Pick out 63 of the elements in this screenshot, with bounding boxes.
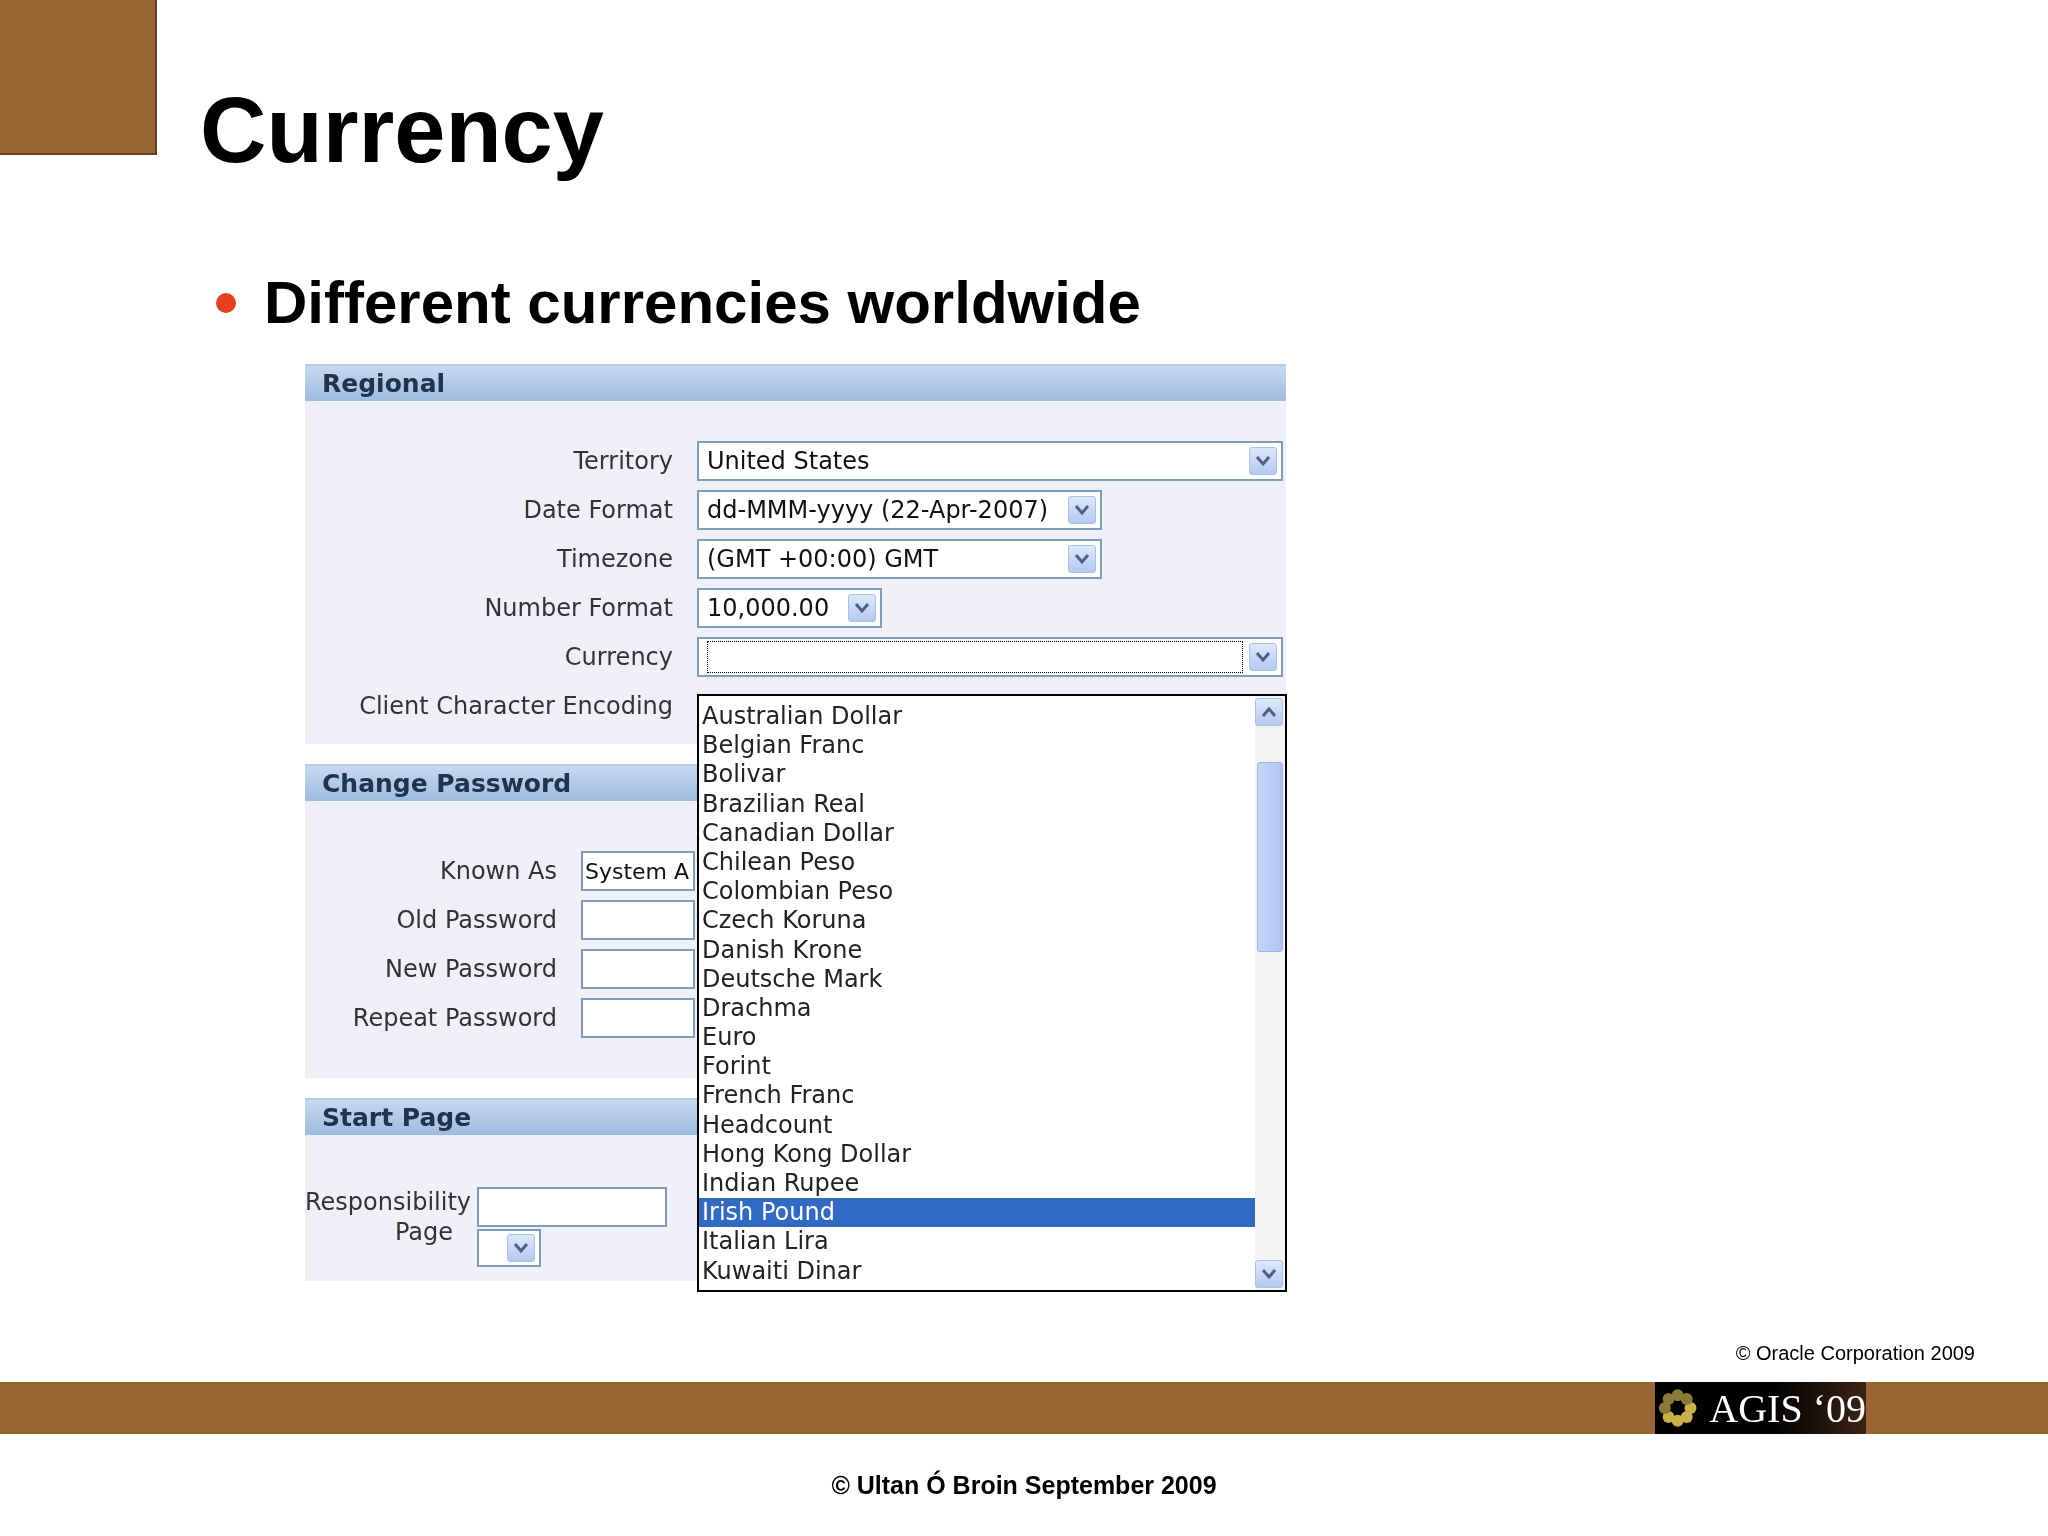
input-field[interactable]: [477, 1187, 667, 1227]
dropdown-option[interactable]: Chilean Peso: [699, 847, 1255, 878]
dropdown-arrow-button[interactable]: [1068, 545, 1096, 573]
chevron-down-icon: [1074, 553, 1090, 565]
dropdown-option[interactable]: Indian Rupee: [699, 1169, 1255, 1199]
field-label: Client Character Encoding: [358, 692, 674, 720]
field-label: Repeat Password: [351, 1004, 558, 1032]
dropdown-arrow-button[interactable]: [507, 1234, 535, 1262]
field-label: New Password: [383, 955, 558, 983]
slide-title: Currency: [200, 78, 604, 182]
field-label: Currency: [563, 643, 674, 671]
field-label: Number Format: [483, 594, 674, 622]
select-field[interactable]: United States: [697, 441, 1283, 481]
bullet-dot: [216, 293, 236, 313]
dropdown-option[interactable]: Deutsche Mark: [699, 964, 1255, 994]
footer-text: © Ultan Ó Broin September 2009: [830, 1471, 1218, 1500]
dropdown-option[interactable]: Irish Pound: [699, 1198, 1255, 1228]
select-field[interactable]: 10,000.00: [697, 588, 882, 628]
select-field[interactable]: dd-MMM-yyyy (22-Apr-2007): [697, 490, 1102, 530]
field-label: Date Format: [522, 496, 674, 524]
chevron-down-icon: [1261, 1268, 1277, 1280]
dropdown-option[interactable]: Drachma: [699, 993, 1255, 1024]
select-field[interactable]: [477, 1229, 541, 1267]
dropdown-option[interactable]: Kuwaiti Dinar: [699, 1256, 1255, 1286]
dropdown-option[interactable]: Canadian Dollar: [699, 818, 1255, 848]
dropdown-option[interactable]: Hong Kong Dollar: [699, 1139, 1255, 1169]
dropdown-arrow-button[interactable]: [1255, 1260, 1283, 1288]
dropdown-arrow-button[interactable]: [848, 594, 876, 622]
chevron-down-icon: [1255, 651, 1271, 663]
field-label: Known As: [438, 857, 558, 885]
dropdown-option[interactable]: Colombian Peso: [699, 877, 1255, 907]
copyright-text: © Oracle Corporation 2009: [1735, 1342, 1975, 1365]
field-label: Responsibility Page: [305, 1187, 473, 1247]
dropdown-option[interactable]: Australian Dollar: [699, 702, 1255, 732]
field-label: Timezone: [556, 545, 674, 573]
scroll-up-button[interactable]: [1255, 698, 1283, 726]
input-field[interactable]: [581, 949, 695, 989]
input-field[interactable]: [581, 900, 695, 940]
dropdown-list[interactable]: [697, 694, 1287, 1292]
dropdown-option[interactable]: Danish Krone: [699, 935, 1255, 965]
dropdown-option[interactable]: Belgian Franc: [699, 731, 1255, 761]
field-label: Territory: [572, 447, 674, 475]
logo-text: AGIS ‘09: [1709, 1384, 1866, 1432]
select-field[interactable]: (GMT +00:00) GMT: [697, 539, 1102, 579]
dropdown-option[interactable]: Czech Koruna: [699, 906, 1255, 936]
section-header: Regional: [305, 364, 1286, 401]
chevron-down-icon: [854, 602, 870, 614]
input-field[interactable]: System A: [581, 851, 695, 891]
chevron-down-icon: [513, 1242, 529, 1254]
field-label: Old Password: [395, 906, 558, 934]
select-field[interactable]: [697, 637, 1283, 677]
chevron-up-icon: [1261, 706, 1277, 718]
chevron-down-icon: [1074, 504, 1090, 516]
dropdown-arrow-button[interactable]: [1249, 643, 1277, 671]
scroll-thumb[interactable]: [1257, 762, 1283, 952]
dropdown-arrow-button[interactable]: [1249, 447, 1277, 475]
dropdown-option[interactable]: Italian Lira: [699, 1227, 1255, 1257]
chevron-down-icon: [1255, 455, 1271, 467]
input-field[interactable]: [581, 998, 695, 1038]
dropdown-option[interactable]: Forint: [699, 1052, 1255, 1082]
dropdown-option[interactable]: Euro: [699, 1023, 1255, 1053]
bullet-text: Different currencies worldwide: [264, 268, 1141, 338]
dropdown-arrow-button[interactable]: [1068, 496, 1096, 524]
